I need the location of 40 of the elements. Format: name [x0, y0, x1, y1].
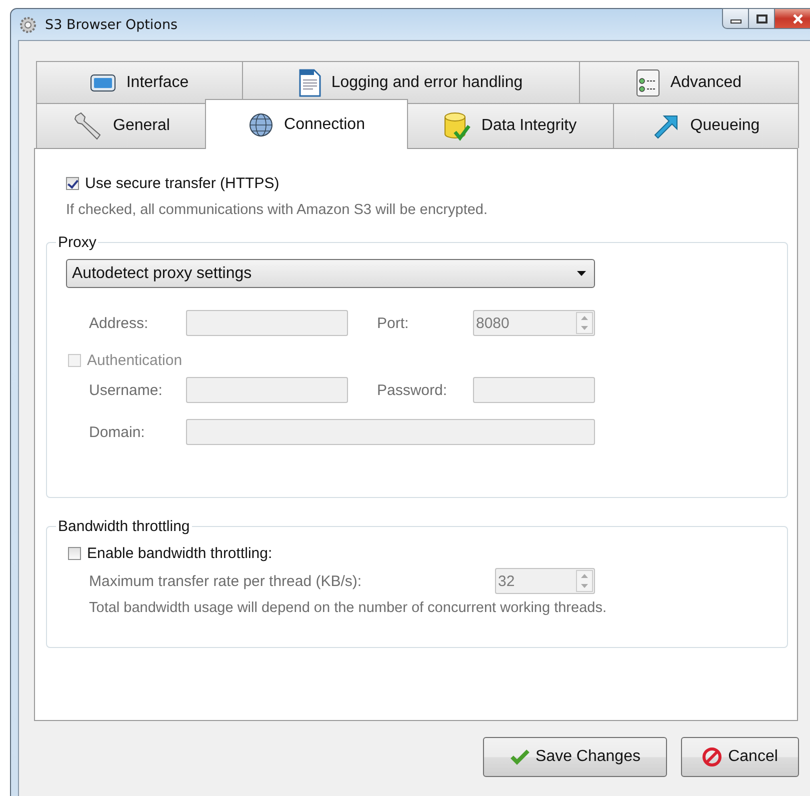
checklist-icon [636, 68, 660, 96]
tab[interactable]: Advanced [579, 61, 799, 103]
database-check-icon [443, 111, 472, 141]
save-button[interactable]: Save Changes [483, 737, 667, 777]
tab[interactable]: Interface [36, 61, 243, 103]
cancel-button[interactable]: Cancel [681, 737, 799, 777]
field-label: Domain: [89, 424, 146, 440]
group-title: Bandwidth throttling [57, 518, 191, 535]
close-button[interactable] [774, 8, 810, 29]
field-label: Password: [377, 382, 448, 398]
prohibited-icon [702, 747, 722, 767]
checkmark-icon [510, 749, 530, 765]
tab[interactable]: Data Integrity [406, 103, 614, 148]
field-label: Username: [89, 382, 164, 398]
tab[interactable]: General [36, 103, 207, 148]
close-icon [792, 14, 804, 24]
field-label: Address: [89, 314, 150, 332]
tab[interactable]: Logging and error handling [242, 61, 580, 103]
minimize-button[interactable] [722, 8, 749, 29]
checkbox[interactable]: Use secure transfer (HTTPS) [66, 175, 797, 192]
wrench-icon [73, 111, 104, 141]
gear-icon [19, 16, 37, 34]
maximize-button[interactable] [748, 8, 775, 29]
field-label: Port: [377, 314, 410, 332]
window-title: S3 Browser Options [45, 16, 178, 32]
tab[interactable]: Queueing [613, 103, 799, 148]
checkbox[interactable]: Enable bandwidth throttling: [68, 545, 787, 562]
tab[interactable]: Connection [205, 99, 408, 149]
spinner-arrows-icon [576, 570, 593, 592]
proxy-dropdown[interactable]: Autodetect proxy settings [66, 259, 595, 288]
document-icon [299, 68, 322, 96]
maximize-icon [756, 14, 768, 24]
hint-text: If checked, all communications with Amazon S3 will be encrypted. [66, 202, 489, 218]
field-label: Maximum transfer rate per thread (KB/s): [89, 572, 363, 590]
group-title: Proxy [57, 234, 98, 251]
hint-text: Total bandwidth usage will depend on the number of concurrent working threads. [88, 600, 608, 616]
dropdown-arrow-icon [577, 271, 586, 276]
monitor-icon [90, 72, 116, 92]
spinner-arrows-icon [576, 312, 593, 334]
globe-icon [248, 112, 274, 138]
